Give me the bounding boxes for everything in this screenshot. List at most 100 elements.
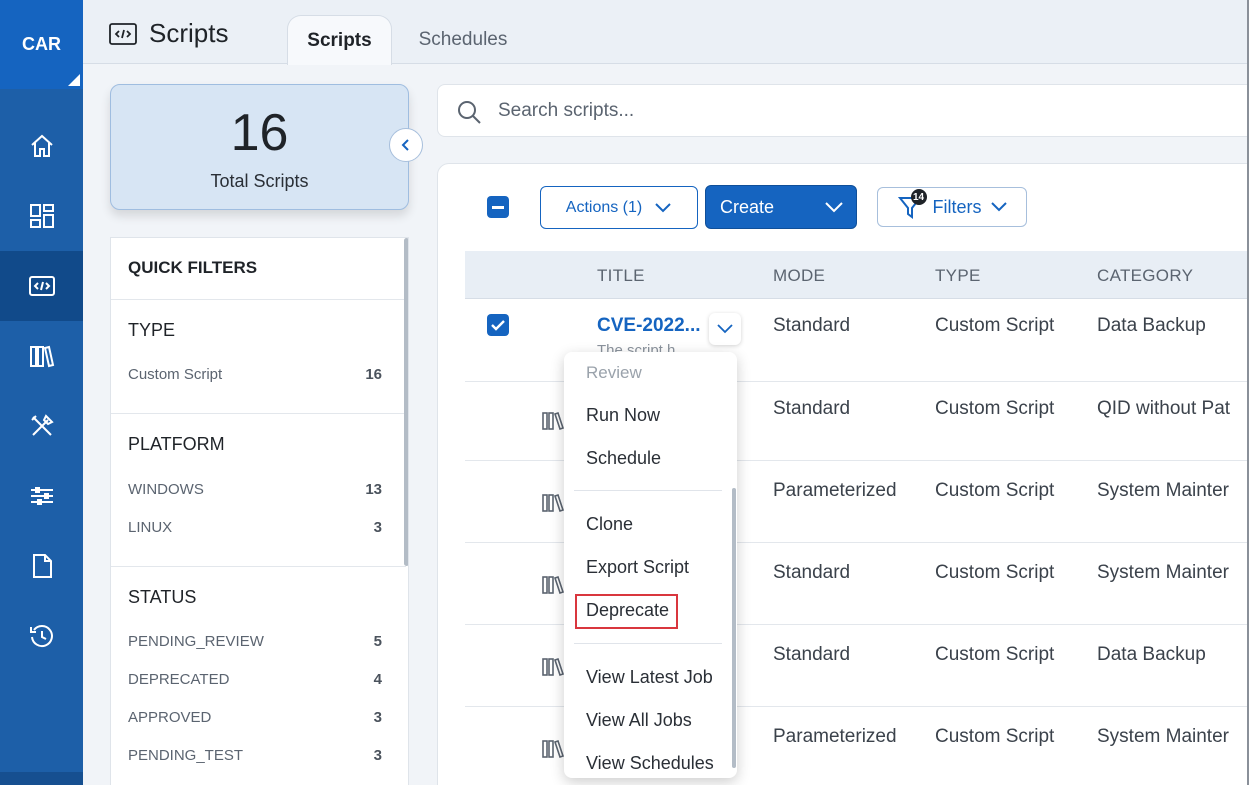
tab-schedules[interactable]: Schedules	[403, 15, 523, 65]
filter-option-count: 5	[373, 633, 382, 650]
total-scripts-card: 16 Total Scripts	[110, 84, 409, 210]
quick-filters-panel: QUICK FILTERS TYPE Custom Script 16 PLAT…	[110, 237, 409, 785]
actions-button-label: Actions (1)	[565, 198, 643, 216]
filter-funnel: 14	[897, 189, 927, 221]
cell-type: Custom Script	[935, 726, 1055, 747]
cell-category: Data Backup	[1097, 644, 1206, 665]
cell-mode: Standard	[773, 315, 851, 336]
brand-corner-marker	[68, 74, 80, 86]
cell-category: Data Backup	[1097, 315, 1206, 336]
nav-rail-footer	[0, 772, 83, 785]
search-bar	[437, 84, 1249, 137]
menu-item-view-all-jobs[interactable]: View All Jobs	[586, 710, 692, 731]
create-button[interactable]: Create	[705, 185, 857, 229]
menu-item-schedule[interactable]: Schedule	[586, 448, 661, 469]
filter-option-count: 3	[373, 747, 382, 764]
search-icon	[458, 101, 481, 124]
cell-type: Custom Script	[935, 398, 1055, 419]
filter-option-label: WINDOWS	[128, 481, 204, 498]
divider	[111, 299, 406, 300]
cell-mode: Standard	[773, 644, 851, 665]
filter-option-pending-review[interactable]: PENDING_REVIEW 5	[128, 633, 382, 650]
chevron-down-icon	[717, 324, 733, 334]
filter-section-platform: PLATFORM	[128, 434, 225, 454]
nav-item-history[interactable]	[0, 601, 83, 671]
library-icon	[542, 657, 565, 677]
nav-item-settings[interactable]	[0, 461, 83, 531]
filter-option-custom-script[interactable]: Custom Script 16	[128, 366, 382, 383]
filter-option-label: DEPRECATED	[128, 671, 230, 688]
row-context-menu: Review Run Now Schedule Clone Export Scr…	[564, 352, 737, 778]
nav-item-tools[interactable]	[0, 391, 83, 461]
column-header-type[interactable]: TYPE	[935, 266, 981, 286]
filter-option-count: 3	[373, 709, 382, 726]
create-button-label: Create	[720, 196, 775, 217]
filters-count-badge: 14	[910, 189, 927, 205]
library-icon	[29, 345, 54, 368]
menu-item-clone[interactable]: Clone	[586, 514, 633, 535]
table-header: TITLE MODE TYPE CATEGORY	[465, 251, 1249, 299]
cell-mode: Standard	[773, 398, 851, 419]
menu-item-run-now[interactable]: Run Now	[586, 405, 660, 426]
nav-item-home[interactable]	[0, 111, 83, 181]
brand-logo[interactable]: CAR	[0, 0, 83, 89]
filter-option-label: APPROVED	[128, 709, 212, 726]
scripts-title-icon	[109, 22, 137, 45]
search-input[interactable]	[498, 97, 1098, 125]
column-header-title[interactable]: TITLE	[597, 266, 645, 286]
library-icon	[542, 411, 565, 431]
row-menu-toggle[interactable]	[709, 313, 741, 345]
filter-option-deprecated[interactable]: DEPRECATED 4	[128, 671, 382, 688]
cell-mode: Parameterized	[773, 726, 897, 747]
row-checkbox[interactable]	[487, 314, 509, 336]
tools-icon	[30, 414, 54, 436]
filter-option-pending-test[interactable]: PENDING_TEST 3	[128, 747, 382, 764]
scripts-icon	[28, 276, 55, 296]
cell-category: QID without Pat	[1097, 398, 1231, 419]
filter-option-label: LINUX	[128, 519, 173, 536]
filter-option-count: 13	[365, 481, 382, 498]
menu-item-deprecate[interactable]: Deprecate	[586, 600, 669, 621]
script-title-link[interactable]: CVE-2022...	[597, 315, 701, 337]
cell-type: Custom Script	[935, 315, 1055, 336]
checkmark-icon	[491, 320, 505, 331]
filter-option-count: 4	[373, 671, 382, 688]
cell-type: Custom Script	[935, 644, 1055, 665]
nav-item-dashboard[interactable]	[0, 181, 83, 251]
chevron-down-icon	[825, 202, 843, 213]
tab-scripts[interactable]: Scripts	[287, 15, 392, 65]
library-icon	[542, 575, 565, 595]
home-icon	[30, 134, 53, 157]
menu-item-view-schedules[interactable]: View Schedules	[586, 753, 714, 774]
chevron-left-icon	[401, 139, 409, 151]
nav-item-scripts[interactable]	[0, 251, 83, 321]
column-header-category[interactable]: CATEGORY	[1097, 266, 1193, 286]
filters-button[interactable]: 14 Filters	[877, 187, 1027, 227]
nav-item-library[interactable]	[0, 321, 83, 391]
column-header-mode[interactable]: MODE	[773, 266, 825, 286]
select-all-checkbox[interactable]	[487, 196, 509, 218]
menu-scrollbar[interactable]	[732, 488, 736, 768]
divider	[111, 566, 406, 567]
filter-option-label: PENDING_REVIEW	[128, 633, 264, 650]
filter-option-linux[interactable]: LINUX 3	[128, 519, 382, 536]
filter-option-approved[interactable]: APPROVED 3	[128, 709, 382, 726]
cell-type: Custom Script	[935, 480, 1055, 501]
library-icon	[542, 493, 565, 513]
collapse-panel-button[interactable]	[389, 128, 423, 162]
menu-divider	[574, 643, 722, 644]
filter-option-count: 16	[365, 366, 382, 383]
filter-option-label: Custom Script	[128, 366, 223, 383]
page-title-text: Scripts	[149, 18, 229, 48]
menu-item-view-latest-job[interactable]: View Latest Job	[586, 667, 713, 688]
page-title: Scripts	[109, 18, 228, 49]
filter-section-status: STATUS	[128, 587, 197, 607]
nav-item-documents[interactable]	[0, 531, 83, 601]
cell-mode: Parameterized	[773, 480, 897, 501]
quick-filters-scrollbar[interactable]	[404, 238, 408, 566]
menu-item-export-script[interactable]: Export Script	[586, 557, 689, 578]
actions-button[interactable]: Actions (1)	[540, 186, 698, 229]
filter-option-windows[interactable]: WINDOWS 13	[128, 481, 382, 498]
indeterminate-mark	[492, 205, 504, 209]
divider	[111, 413, 406, 414]
